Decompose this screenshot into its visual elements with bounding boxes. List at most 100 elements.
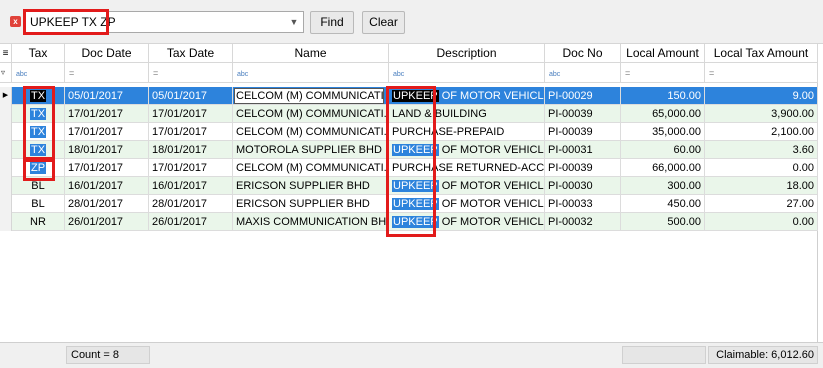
cell-local-amount: 60.00	[621, 141, 705, 159]
cell-doc-no: PI-00029	[545, 87, 621, 105]
column-header-local-amount[interactable]: Local Amount	[621, 44, 705, 63]
search-highlight-box	[23, 9, 109, 35]
cell-local-tax-amount: 18.00	[705, 177, 818, 195]
footer-blank-cell	[622, 346, 706, 364]
clear-search-icon[interactable]: x	[10, 16, 21, 27]
tax-code: BL	[31, 180, 45, 192]
cell-name: MAXIS COMMUNICATION BHD	[233, 213, 389, 231]
cell-local-tax-amount: 2,100.00	[705, 123, 818, 141]
tax-tx-highlight-box	[23, 86, 55, 160]
filter-local-amount[interactable]: =	[621, 63, 705, 83]
cell-local-amount: 35,000.00	[621, 123, 705, 141]
row-indicator[interactable]	[0, 141, 12, 159]
filter-name[interactable]: abc	[233, 63, 389, 83]
row-count: Count = 8	[66, 346, 150, 364]
cell-name: MOTOROLA SUPPLIER BHD	[233, 141, 389, 159]
cell-local-amount: 450.00	[621, 195, 705, 213]
cell-doc-date: 16/01/2017	[65, 177, 149, 195]
cell-doc-date: 28/01/2017	[65, 195, 149, 213]
tax-zp-highlight-box	[23, 159, 55, 181]
cell-doc-date: 17/01/2017	[65, 105, 149, 123]
cell-name: CELCOM (M) COMMUNICATI...	[233, 159, 389, 177]
cell-doc-no: PI-00039	[545, 105, 621, 123]
cell-tax-date: 16/01/2017	[149, 177, 233, 195]
column-chooser-icon[interactable]: ≡	[0, 44, 12, 63]
search-toolbar: x UPKEEP TX ZP ▼ Find Clear	[0, 0, 823, 44]
cell-tax-date: 28/01/2017	[149, 195, 233, 213]
cell-tax-date: 05/01/2017	[149, 87, 233, 105]
claimable-total: Claimable: 6,012.60	[708, 346, 818, 364]
cell-doc-date: 18/01/2017	[65, 141, 149, 159]
filter-icon[interactable]: ▿	[0, 63, 12, 83]
cell-local-amount: 65,000.00	[621, 105, 705, 123]
cell-tax-date: 26/01/2017	[149, 213, 233, 231]
cell-local-tax-amount: 27.00	[705, 195, 818, 213]
cell-local-amount: 500.00	[621, 213, 705, 231]
column-header-tax-date[interactable]: Tax Date	[149, 44, 233, 63]
cell-name: CELCOM (M) COMMUNICATI...	[233, 123, 389, 141]
cell-doc-date: 17/01/2017	[65, 123, 149, 141]
upkeep-highlight-box	[386, 86, 436, 237]
filter-description[interactable]: abc	[389, 63, 545, 83]
grid-header: ≡ Tax Doc Date Tax Date Name Description…	[0, 44, 818, 63]
cell-local-tax-amount: 3,900.00	[705, 105, 818, 123]
cell-name: ERICSON SUPPLIER BHD	[233, 195, 389, 213]
cell-local-tax-amount: 3.60	[705, 141, 818, 159]
description-text: OF MOTOR VEHICL...	[438, 180, 545, 192]
cell-tax: NR	[12, 213, 65, 231]
row-indicator[interactable]	[0, 177, 12, 195]
filter-tax-date[interactable]: =	[149, 63, 233, 83]
clear-button[interactable]: Clear	[362, 11, 405, 34]
row-indicator[interactable]	[0, 105, 12, 123]
cell-name: CELCOM (M) COMMUNICATI...	[233, 87, 389, 105]
name-text[interactable]: CELCOM (M) COMMUNICATI...	[234, 88, 384, 104]
row-indicator[interactable]	[0, 123, 12, 141]
cell-local-amount: 66,000.00	[621, 159, 705, 177]
cell-tax: BL	[12, 195, 65, 213]
cell-doc-date: 26/01/2017	[65, 213, 149, 231]
description-text: OF MOTOR VEHICL...	[438, 216, 545, 228]
cell-tax-date: 18/01/2017	[149, 141, 233, 159]
description-text: OF MOTOR VEHICL...	[438, 198, 545, 210]
cell-tax-date: 17/01/2017	[149, 123, 233, 141]
filter-doc-no[interactable]: abc	[545, 63, 621, 83]
filter-row: ▿ abc = = abc abc abc = =	[0, 63, 818, 83]
column-header-doc-no[interactable]: Doc No	[545, 44, 621, 63]
results-grid: ≡ Tax Doc Date Tax Date Name Description…	[0, 44, 818, 342]
cell-local-amount: 300.00	[621, 177, 705, 195]
row-indicator[interactable]	[0, 213, 12, 231]
cell-doc-no: PI-00030	[545, 177, 621, 195]
column-header-description[interactable]: Description	[389, 44, 545, 63]
current-row-indicator-icon[interactable]: ▶	[0, 87, 12, 105]
cell-doc-no: PI-00032	[545, 213, 621, 231]
description-text: OF MOTOR VEHICL...	[438, 90, 545, 102]
cell-doc-no: PI-00039	[545, 159, 621, 177]
row-indicator[interactable]	[0, 195, 12, 213]
column-header-doc-date[interactable]: Doc Date	[65, 44, 149, 63]
cell-doc-date: 05/01/2017	[65, 87, 149, 105]
filter-tax[interactable]: abc	[12, 63, 65, 83]
column-header-tax[interactable]: Tax	[12, 44, 65, 63]
tax-code: BL	[31, 198, 45, 210]
cell-doc-no: PI-00031	[545, 141, 621, 159]
find-button[interactable]: Find	[310, 11, 354, 34]
chevron-down-icon[interactable]: ▼	[288, 15, 300, 29]
column-header-name[interactable]: Name	[233, 44, 389, 63]
description-text: OF MOTOR VEHICL...	[438, 144, 545, 156]
cell-local-amount: 150.00	[621, 87, 705, 105]
filter-local-tax-amount[interactable]: =	[705, 63, 818, 83]
cell-name: ERICSON SUPPLIER BHD	[233, 177, 389, 195]
column-header-local-tax-amount[interactable]: Local Tax Amount	[705, 44, 818, 63]
cell-doc-no: PI-00033	[545, 195, 621, 213]
cell-tax-date: 17/01/2017	[149, 159, 233, 177]
cell-doc-date: 17/01/2017	[65, 159, 149, 177]
cell-local-tax-amount: 0.00	[705, 213, 818, 231]
cell-local-tax-amount: 0.00	[705, 159, 818, 177]
cell-doc-no: PI-00039	[545, 123, 621, 141]
filter-doc-date[interactable]: =	[65, 63, 149, 83]
tax-code: NR	[30, 216, 46, 228]
cell-name: CELCOM (M) COMMUNICATI...	[233, 105, 389, 123]
cell-local-tax-amount: 9.00	[705, 87, 818, 105]
row-indicator[interactable]	[0, 159, 12, 177]
status-bar: Count = 8 Claimable: 6,012.60	[0, 342, 823, 368]
